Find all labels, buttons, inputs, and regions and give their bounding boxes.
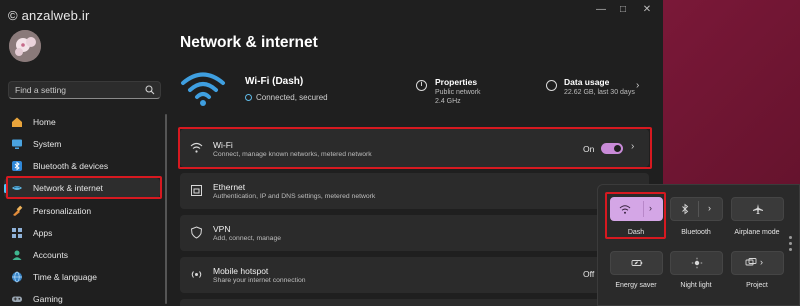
monitor-icon xyxy=(12,139,22,149)
sidebar-item-label: Accounts xyxy=(33,250,68,260)
battery-leaf-icon xyxy=(631,260,643,266)
tile-label: Airplane mode xyxy=(734,229,780,236)
energy-saver-tile[interactable] xyxy=(610,251,663,275)
properties-network-type: Public network xyxy=(435,89,481,96)
close-icon[interactable]: ✕ xyxy=(640,4,654,16)
sidebar-item-label: System xyxy=(33,139,62,149)
sidebar-item-label: Home xyxy=(33,117,56,127)
card-subtitle: Authentication, IP and DNS settings, met… xyxy=(213,193,376,200)
sidebar-item-label: Personalization xyxy=(33,206,92,216)
next-card[interactable] xyxy=(180,299,649,306)
tile-label: Bluetooth xyxy=(681,229,711,236)
home-icon xyxy=(12,117,22,127)
chevron-right-icon[interactable]: › xyxy=(760,257,763,267)
sidebar-item-label: Time & language xyxy=(33,272,97,282)
project-icon xyxy=(745,258,757,266)
project-tile[interactable]: › xyxy=(731,251,784,275)
data-usage-icon xyxy=(546,80,557,91)
globe-status-icon xyxy=(245,94,252,101)
connection-status: Connected, secured xyxy=(256,93,328,102)
sun-icon xyxy=(691,257,703,269)
bluetooth-tile[interactable]: › xyxy=(670,197,723,221)
avatar[interactable] xyxy=(9,30,41,62)
watermark: © anzalweb.ir xyxy=(8,8,90,23)
brush-icon xyxy=(13,205,23,216)
night-light-tile[interactable] xyxy=(670,251,723,275)
network-name: Wi-Fi (Dash) xyxy=(245,76,304,87)
airplane-icon xyxy=(753,204,763,214)
wifi-hero-icon xyxy=(181,72,225,106)
card-title: VPN xyxy=(213,224,231,234)
toggle-state-label: Off xyxy=(583,269,595,279)
sidebar-item-apps[interactable]: Apps xyxy=(4,223,160,243)
search-icon xyxy=(145,85,155,95)
globe-icon xyxy=(12,271,22,283)
sidebar-item-personalization[interactable]: Personalization xyxy=(4,201,160,221)
title-bar: — □ ✕ xyxy=(0,0,663,20)
sidebar-item-label: Apps xyxy=(33,228,53,238)
sidebar-item-home[interactable]: Home xyxy=(4,112,160,132)
properties-band: 2.4 GHz xyxy=(435,98,461,105)
apps-icon xyxy=(12,228,22,238)
sidebar-item-system[interactable]: System xyxy=(4,134,160,154)
card-subtitle: Add, connect, manage xyxy=(213,235,282,242)
tile-label: Project xyxy=(746,282,768,289)
ethernet-icon xyxy=(191,185,202,196)
mobile-hotspot-card[interactable]: Mobile hotspot Share your internet conne… xyxy=(180,257,649,293)
bluetooth-icon xyxy=(12,161,22,171)
chevron-right-icon[interactable]: › xyxy=(708,203,711,213)
minimize-icon[interactable]: — xyxy=(594,4,608,16)
info-icon: i xyxy=(416,80,427,91)
sidebar-item-label: Gaming xyxy=(33,294,63,304)
page-indicator[interactable] xyxy=(789,236,792,254)
bluetooth-icon xyxy=(682,203,689,215)
card-title: Ethernet xyxy=(213,182,246,192)
vpn-card[interactable]: VPN Add, connect, manage xyxy=(180,215,649,251)
data-usage-title[interactable]: Data usage xyxy=(564,77,609,87)
search-input[interactable]: Find a setting xyxy=(8,81,161,99)
sidebar-item-accounts[interactable]: Accounts xyxy=(4,245,160,265)
sidebar-item-bluetooth[interactable]: Bluetooth & devices xyxy=(4,156,160,176)
wifi-highlight-box xyxy=(178,127,652,169)
person-icon xyxy=(12,250,22,260)
ethernet-card[interactable]: Ethernet Authentication, IP and DNS sett… xyxy=(180,173,649,209)
sidebar-scrollbar[interactable] xyxy=(165,114,167,304)
hotspot-icon xyxy=(191,271,202,278)
nav-highlight-box xyxy=(6,176,162,199)
dash-tile-highlight-box xyxy=(605,192,666,239)
sidebar-item-gaming[interactable]: Gaming xyxy=(4,289,160,306)
data-usage-amount: 22.62 GB, last 30 days xyxy=(564,89,635,96)
shield-icon xyxy=(190,226,203,239)
search-placeholder: Find a setting xyxy=(15,85,67,95)
maximize-icon[interactable]: □ xyxy=(616,4,630,16)
sidebar-item-time-language[interactable]: Time & language xyxy=(4,267,160,287)
airplane-mode-tile[interactable] xyxy=(731,197,784,221)
chevron-right-icon[interactable]: › xyxy=(636,80,639,91)
sidebar-item-label: Bluetooth & devices xyxy=(33,161,109,171)
tile-divider xyxy=(698,201,699,217)
tile-label: Night light xyxy=(680,282,712,289)
card-subtitle: Share your internet connection xyxy=(213,277,306,284)
properties-title[interactable]: Properties xyxy=(435,77,477,87)
page-title: Network & internet xyxy=(180,34,318,51)
settings-window: — □ ✕ © anzalweb.ir Find a setting Home … xyxy=(0,0,663,306)
gamepad-icon xyxy=(12,296,22,302)
card-title: Mobile hotspot xyxy=(213,266,269,276)
